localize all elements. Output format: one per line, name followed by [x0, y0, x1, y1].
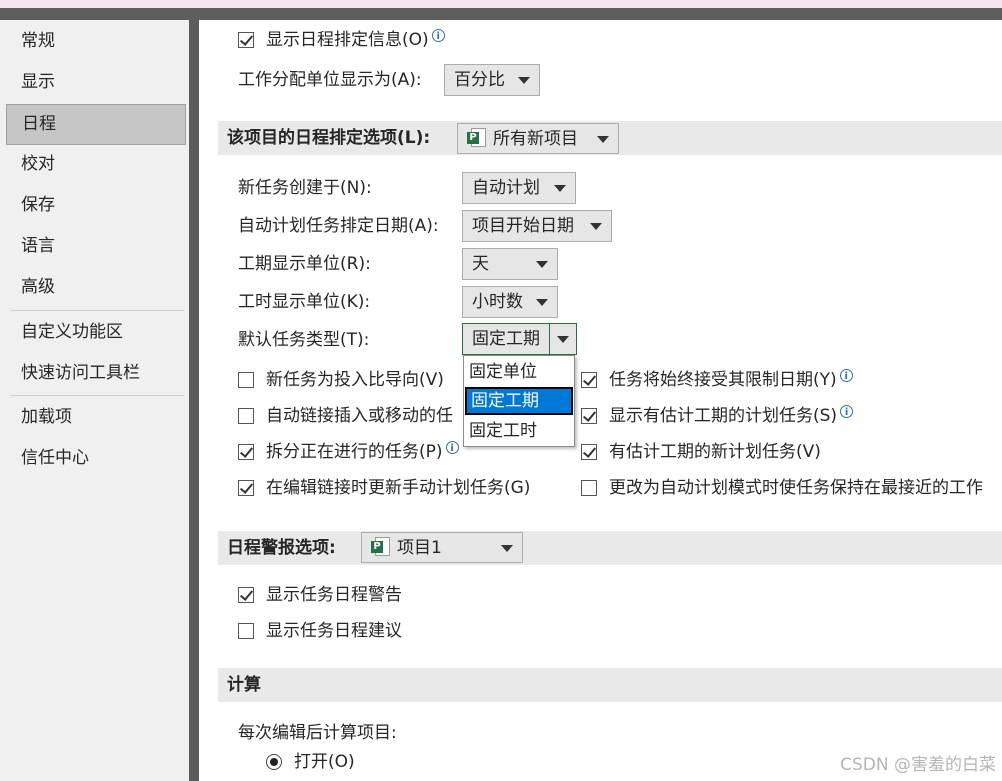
- duration-unit-dropdown[interactable]: 天: [462, 248, 558, 280]
- project-file-icon: P: [371, 537, 391, 557]
- sidebar-item-trust-center[interactable]: 信任中心: [6, 439, 186, 478]
- window-title-strip: [0, 8, 1002, 20]
- window-top-band: [0, 0, 1002, 8]
- sidebar-item-schedule[interactable]: 日程: [6, 104, 186, 145]
- auto-date-dropdown[interactable]: 项目开始日期: [462, 210, 612, 242]
- calc-on-label: 打开(O): [294, 752, 355, 772]
- check-icon: [582, 372, 597, 386]
- watermark: CSDN @害羞的白菜: [840, 755, 996, 775]
- keep-tasks-nearest-workday-label: 更改为自动计划模式时使任务保持在最接近的工作: [609, 478, 983, 498]
- sidebar-item-proofing[interactable]: 校对: [6, 145, 186, 184]
- chevron-down-icon: [590, 223, 602, 230]
- auto-date-label: 自动计划任务排定日期(A):: [238, 216, 439, 236]
- chevron-down-icon: [557, 336, 569, 343]
- show-schedule-warnings-checkbox[interactable]: [238, 587, 254, 603]
- work-unit-dropdown[interactable]: 百分比: [444, 64, 540, 96]
- task-type-label: 默认任务类型(T):: [238, 330, 370, 350]
- autolink-checkbox[interactable]: [238, 408, 254, 424]
- autolink-label: 自动链接插入或移动的任: [266, 406, 453, 426]
- show-estimated-durations-label: 显示有估计工期的计划任务(S) i: [609, 404, 854, 428]
- task-type-option-fixed-duration[interactable]: 固定工期: [465, 387, 573, 415]
- honor-constraint-dates-checkbox[interactable]: [581, 372, 597, 388]
- effort-driven-label: 新任务为投入比导向(V): [266, 370, 444, 390]
- alerts-project-dropdown[interactable]: P 项目1: [361, 532, 523, 563]
- new-task-dropdown[interactable]: 自动计划: [462, 172, 576, 204]
- chevron-down-icon: [518, 77, 530, 84]
- update-manual-tasks-label: 在编辑链接时更新手动计划任务(G): [266, 478, 531, 498]
- sidebar-item-quick-access-toolbar[interactable]: 快速访问工具栏: [6, 354, 186, 393]
- chevron-down-icon: [597, 136, 609, 143]
- new-task-label: 新任务创建于(N):: [238, 178, 372, 198]
- work-unit2-label: 工时显示单位(K):: [238, 292, 371, 312]
- project-file-icon: P: [467, 128, 487, 148]
- check-icon: [239, 480, 254, 494]
- task-type-options-list: 固定单位 固定工期 固定工时: [463, 355, 575, 447]
- chevron-down-icon: [536, 261, 548, 268]
- calc-on-radio[interactable]: [266, 754, 282, 770]
- info-icon: i: [840, 405, 854, 418]
- info-icon: i: [431, 29, 445, 42]
- project-select-dropdown[interactable]: P 所有新项目: [457, 123, 619, 154]
- sidebar-item-language[interactable]: 语言: [6, 227, 186, 266]
- honor-constraint-dates-label: 任务将始终接受其限制日期(Y) i: [609, 368, 853, 392]
- new-estimated-tasks-checkbox[interactable]: [581, 444, 597, 460]
- chevron-down-icon: [536, 299, 548, 306]
- task-type-option-fixed-work[interactable]: 固定工时: [465, 417, 573, 445]
- show-scheduling-info-label: 显示日程排定信息(O) i: [266, 28, 445, 52]
- work-unit-label: 工作分配单位显示为(A):: [238, 70, 422, 90]
- work-unit2-dropdown[interactable]: 小时数: [462, 286, 558, 318]
- calc-after-edit-label: 每次编辑后计算项目:: [238, 723, 397, 743]
- new-estimated-tasks-label: 有估计工期的新计划任务(V): [609, 442, 821, 462]
- task-type-dropdown[interactable]: 固定工期: [462, 323, 577, 355]
- task-type-option-fixed-units[interactable]: 固定单位: [465, 358, 573, 386]
- check-icon: [239, 587, 254, 601]
- check-icon: [582, 408, 597, 422]
- show-schedule-warnings-label: 显示任务日程警告: [266, 585, 402, 605]
- split-in-progress-label: 拆分正在进行的任务(P) i: [266, 440, 459, 464]
- sidebar-item-display[interactable]: 显示: [6, 63, 186, 102]
- info-icon: i: [445, 441, 459, 454]
- sidebar-item-save[interactable]: 保存: [6, 186, 186, 225]
- check-icon: [582, 444, 597, 458]
- show-scheduling-info-checkbox[interactable]: [238, 32, 254, 48]
- check-icon: [239, 32, 254, 46]
- calculation-section-header: 计算: [218, 668, 1002, 702]
- show-schedule-suggestions-checkbox[interactable]: [238, 623, 254, 639]
- options-sidebar: 常规 显示 日程 校对 保存 语言 高级 自定义功能区 快速访问工具栏 加载项 …: [0, 20, 190, 781]
- keep-tasks-nearest-workday-checkbox[interactable]: [581, 480, 597, 496]
- sidebar-separator: [10, 395, 184, 396]
- pane-divider: [189, 20, 199, 781]
- schedule-options-panel: 显示日程排定信息(O) i 工作分配单位显示为(A): 百分比 该项目的日程排定选…: [199, 20, 1002, 781]
- sidebar-item-customize-ribbon[interactable]: 自定义功能区: [6, 313, 186, 352]
- effort-driven-checkbox[interactable]: [238, 372, 254, 388]
- task-type-dropdown-button[interactable]: [549, 324, 576, 354]
- sidebar-item-advanced[interactable]: 高级: [6, 268, 186, 307]
- split-in-progress-checkbox[interactable]: [238, 444, 254, 460]
- show-schedule-suggestions-label: 显示任务日程建议: [266, 621, 402, 641]
- update-manual-tasks-checkbox[interactable]: [238, 480, 254, 496]
- show-estimated-durations-checkbox[interactable]: [581, 408, 597, 424]
- sidebar-item-add-ins[interactable]: 加载项: [6, 398, 186, 437]
- chevron-down-icon: [501, 545, 513, 552]
- sidebar-item-general[interactable]: 常规: [6, 22, 186, 61]
- schedule-alerts-section-header: 日程警报选项:: [218, 531, 1002, 565]
- duration-unit-label: 工期显示单位(R):: [238, 254, 371, 274]
- check-icon: [239, 444, 254, 458]
- info-icon: i: [839, 369, 853, 382]
- chevron-down-icon: [554, 185, 566, 192]
- sidebar-separator: [10, 310, 184, 311]
